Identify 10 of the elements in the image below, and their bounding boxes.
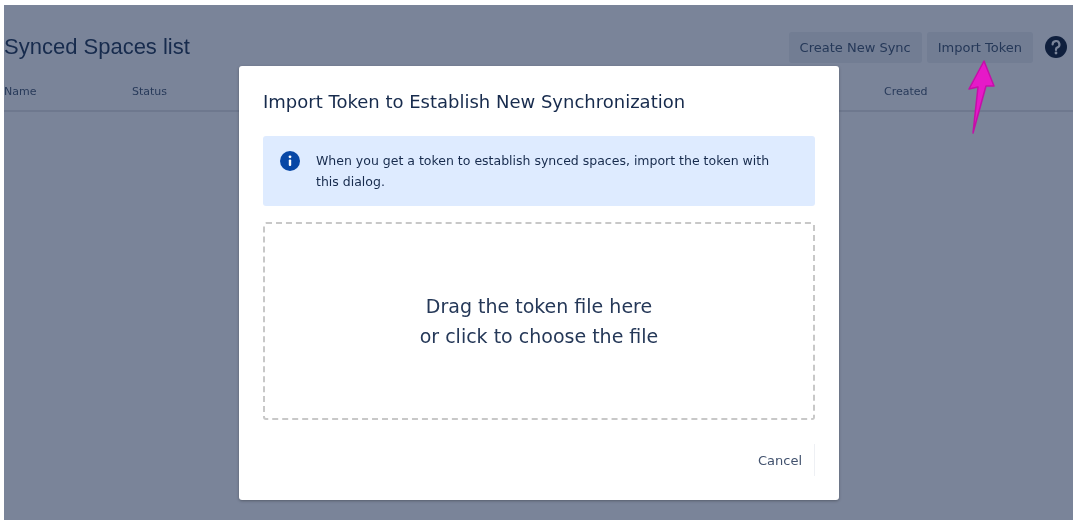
toolbar-button[interactable]: Create New Sync: [788, 31, 922, 63]
help-icon[interactable]: [1045, 36, 1067, 58]
page-title: Synced Spaces list: [4, 33, 191, 60]
column-header[interactable]: Created: [884, 85, 1073, 98]
dialog-title: Import Token to Establish New Synchronization: [263, 90, 687, 114]
info-text: When you get a token to establish synced spaces, import the token with this dialog.: [316, 152, 771, 191]
column-header[interactable]: Name: [4, 85, 132, 98]
file-drop-zone[interactable]: Drag the token file here or click to choose the file: [263, 222, 815, 420]
info-icon: [280, 151, 300, 171]
toolbar-button[interactable]: Import Token: [926, 31, 1033, 63]
